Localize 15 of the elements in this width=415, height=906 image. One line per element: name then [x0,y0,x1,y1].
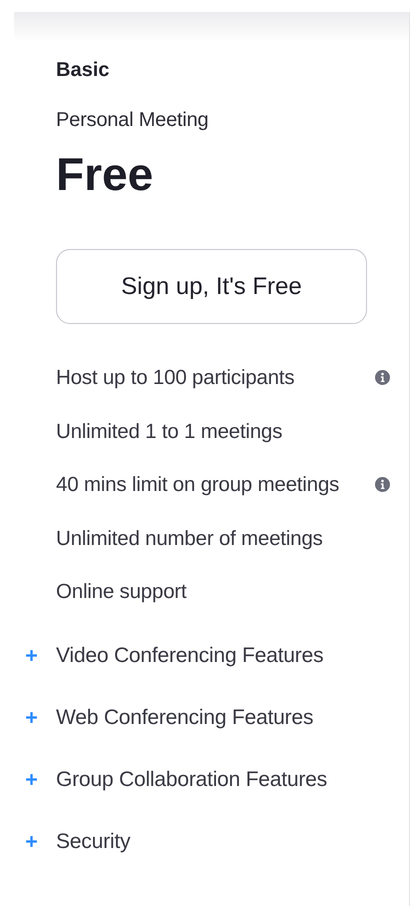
section-toggle[interactable]: Group Collaboration Features [25,766,409,828]
plan-name: Basic [56,58,110,83]
info-icon[interactable] [375,477,390,492]
section-toggle[interactable]: Video Conferencing Features [25,642,409,704]
feature-text: Unlimited 1 to 1 meetings [56,418,282,444]
info-icon[interactable] [375,370,390,385]
section-toggle[interactable]: Web Conferencing Features [25,704,409,766]
plan-subtitle: Personal Meeting [56,108,208,133]
feature-text: Unlimited number of meetings [56,526,323,552]
section-toggle[interactable]: Security [25,828,409,890]
feature-text: Host up to 100 participants [56,365,294,391]
feature-text: Online support [56,579,187,605]
feature-text: 40 mins limit on group meetings [56,472,340,498]
signup-button[interactable]: Sign up, It's Free [56,249,367,324]
plan-price: Free [56,147,154,202]
